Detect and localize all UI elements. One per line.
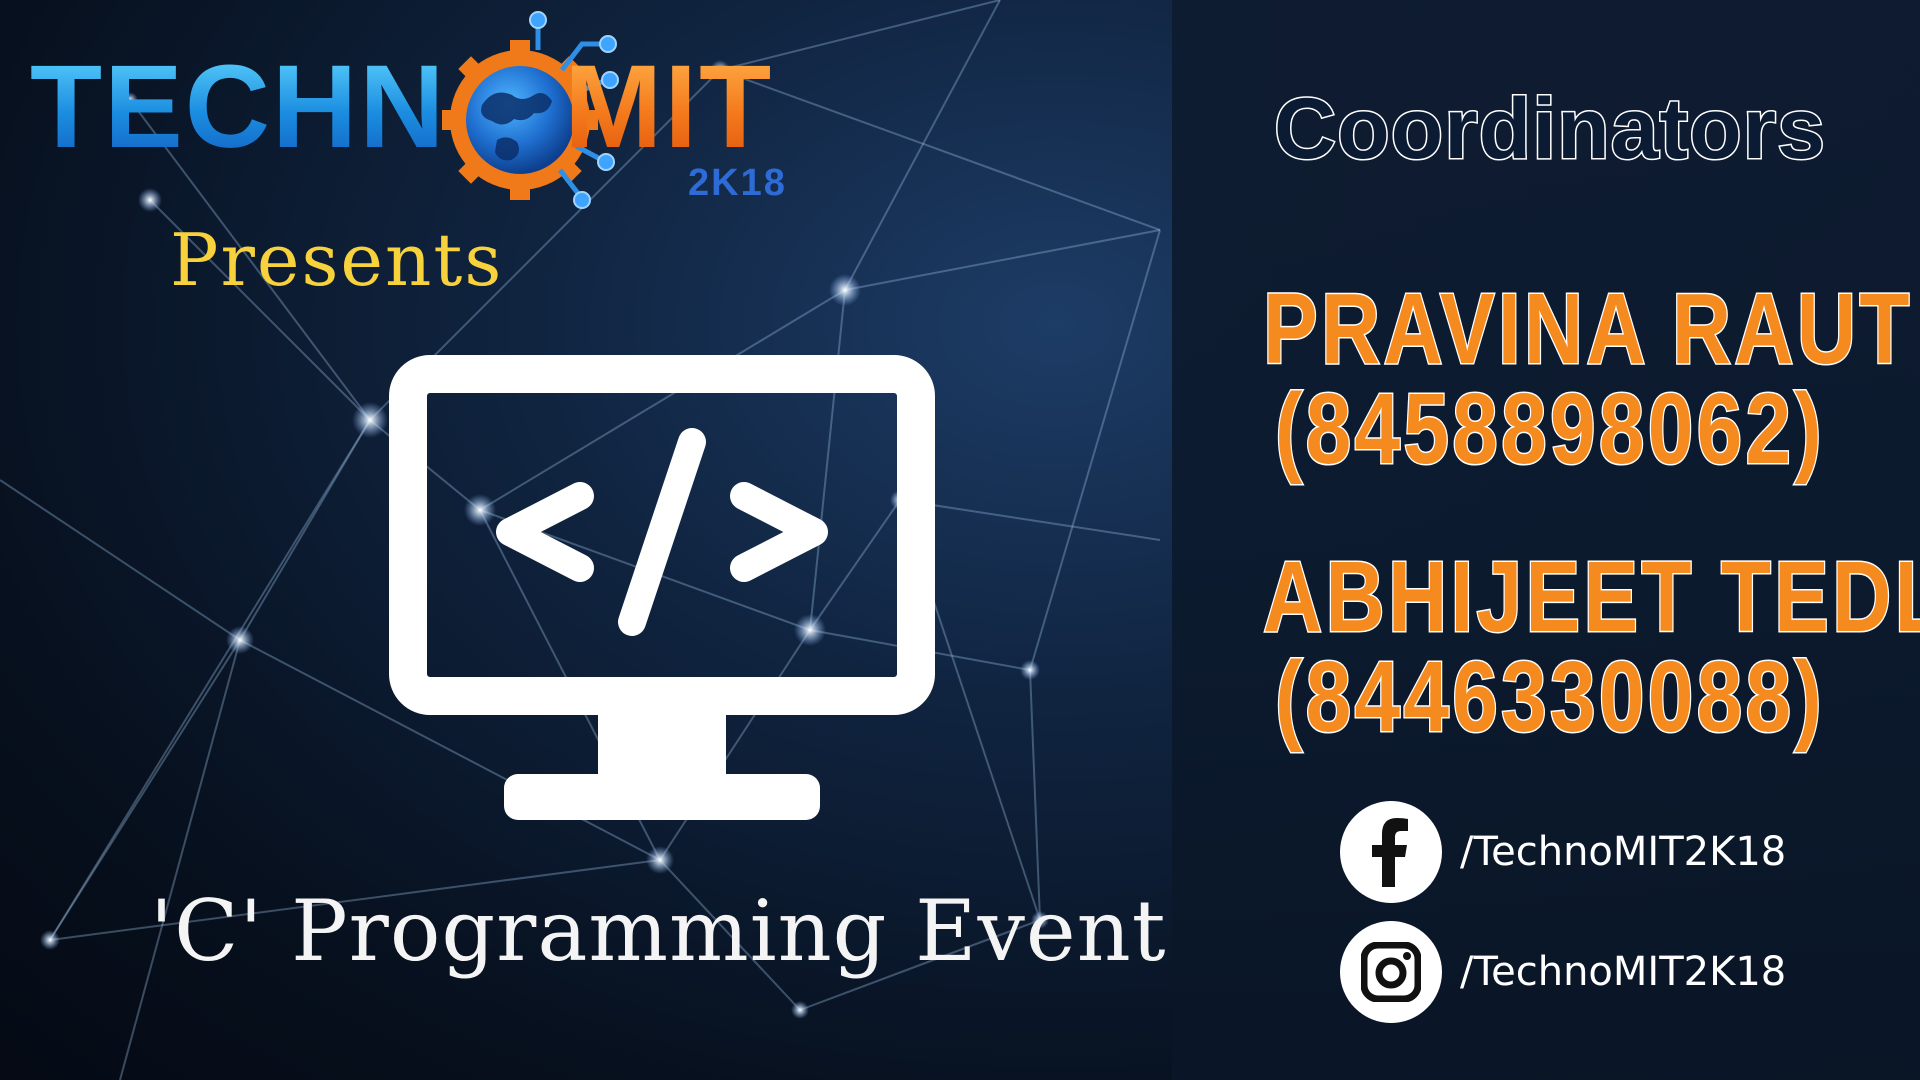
social-link-instagram[interactable]: /TechnoMIT2K18 xyxy=(1340,920,1786,1024)
instagram-icon[interactable] xyxy=(1340,921,1442,1023)
coordinator-phone: (8446330088) xyxy=(1274,640,1826,755)
technomit-logo: TECHN MIT 2K18 xyxy=(24,10,824,210)
event-title: 'C' Programming Event xyxy=(150,882,1167,980)
facebook-handle[interactable]: /TechnoMIT2K18 xyxy=(1460,829,1786,875)
code-monitor-icon xyxy=(389,355,935,820)
facebook-icon[interactable] xyxy=(1340,801,1442,903)
logo-text-mit: MIT xyxy=(564,41,774,173)
presents-label: Presents xyxy=(170,218,504,302)
logo-year: 2K18 xyxy=(688,162,787,204)
coordinator-name: PRAVINA RAUT xyxy=(1262,272,1913,387)
logo-text-techno: TECHN xyxy=(30,41,447,173)
coordinator-phone: (8458898062) xyxy=(1274,372,1826,487)
coordinator-name: ABHIJEET TEDLE xyxy=(1262,540,1920,655)
instagram-handle[interactable]: /TechnoMIT2K18 xyxy=(1460,949,1786,995)
social-link-facebook[interactable]: /TechnoMIT2K18 xyxy=(1340,800,1786,904)
coordinators-heading: Coordinators xyxy=(1273,80,1827,179)
poster: TECHN MIT 2K18 Presents 'C' Programming … xyxy=(0,0,1920,1080)
